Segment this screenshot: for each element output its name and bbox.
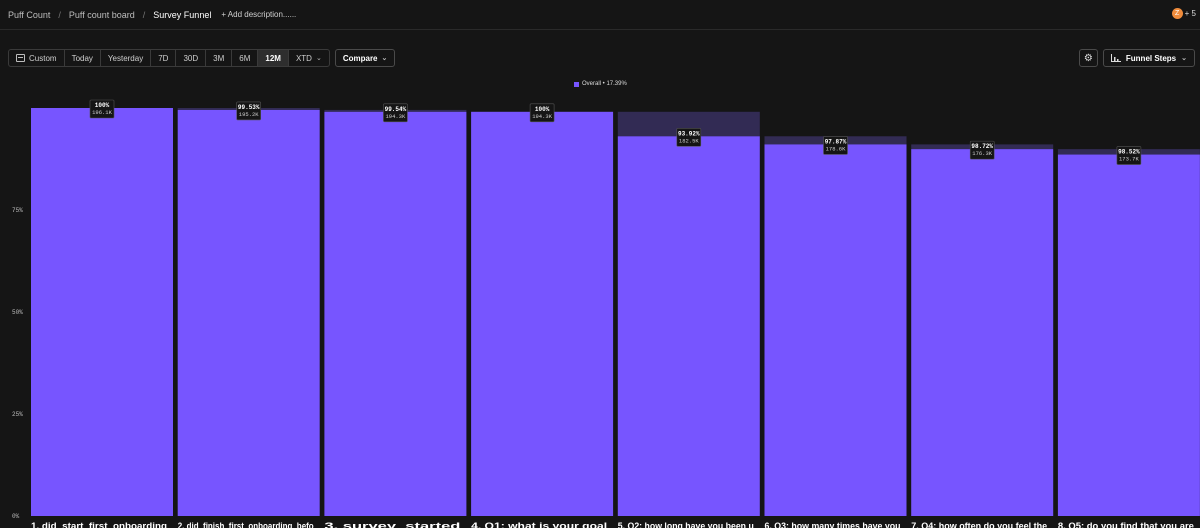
- funnel-steps-label: Funnel Steps: [1125, 53, 1177, 63]
- funnel-bar[interactable]: [324, 111, 467, 516]
- category-label: 5. Q2: how long have you been u: [618, 521, 754, 528]
- y-tick-label: 50%: [12, 309, 23, 316]
- funnel-bar[interactable]: [911, 149, 1054, 516]
- calendar-icon: [16, 54, 25, 62]
- funnel-bar[interactable]: [471, 111, 614, 516]
- date-today-button[interactable]: Today: [65, 50, 101, 66]
- date-range-selector: Custom Today Yesterday 7D 30D 3M 6M 12M …: [8, 49, 330, 67]
- chevron-down-icon: ⌄: [1181, 55, 1187, 62]
- date-xtd-label: XTD: [295, 53, 312, 63]
- conversion-label: 97.87%: [825, 138, 847, 145]
- chevron-down-icon: ⌄: [381, 55, 388, 62]
- funnel-bar[interactable]: [1057, 154, 1200, 516]
- conversion-label: 100%: [95, 102, 110, 109]
- y-tick-label: 75%: [12, 207, 23, 214]
- funnel-bar[interactable]: [177, 109, 320, 516]
- category-label: 7. Q4: how often do you feel the: [911, 521, 1047, 528]
- settings-button[interactable]: ⚙: [1078, 49, 1098, 67]
- count-label: 182.5K: [679, 137, 700, 144]
- date-yesterday-button[interactable]: Yesterday: [101, 50, 152, 66]
- category-label: 2. did_finish_first_onboarding_befo: [178, 521, 314, 528]
- chart-tools: ⚙ Funnel Steps ⌄: [1078, 49, 1195, 67]
- category-label: 8. Q5: do you find that you are: [1058, 521, 1194, 528]
- date-6m-button[interactable]: 6M: [232, 50, 259, 66]
- breadcrumb-separator: /: [142, 9, 146, 20]
- count-label: 196.1K: [92, 109, 113, 116]
- date-custom-label: Custom: [29, 53, 57, 63]
- funnel-bar[interactable]: [31, 108, 173, 516]
- count-label: 178.6K: [826, 145, 847, 152]
- top-bar: Puff Count / Puff count board / Survey F…: [0, 0, 1200, 30]
- funnel-bar[interactable]: [617, 136, 760, 516]
- avatar[interactable]: Z: [1171, 8, 1183, 19]
- count-label: 176.3K: [972, 150, 993, 157]
- conversion-label: 98.52%: [1118, 149, 1140, 156]
- compare-label: Compare: [342, 53, 378, 63]
- conversion-label: 100%: [535, 106, 550, 113]
- chevron-down-icon: ⌄: [315, 55, 322, 62]
- count-label: 194.3K: [532, 113, 553, 120]
- funnel-steps-button[interactable]: Funnel Steps ⌄: [1102, 49, 1195, 67]
- collaborator-count[interactable]: + 5: [1185, 9, 1196, 18]
- conversion-label: 99.53%: [238, 104, 260, 111]
- conversion-label: 99.54%: [385, 106, 407, 113]
- category-label: 6. Q3: how many times have you: [765, 521, 901, 528]
- date-custom-button[interactable]: Custom: [9, 50, 65, 66]
- count-label: 195.2K: [239, 111, 260, 118]
- conversion-label: 93.92%: [678, 130, 700, 137]
- category-label: 3. survey_started: [324, 521, 460, 528]
- conversion-label: 98.72%: [971, 143, 993, 150]
- breadcrumb-item-project[interactable]: Puff Count: [8, 10, 50, 20]
- y-tick-label: 25%: [12, 411, 23, 418]
- compare-button[interactable]: Compare ⌄: [334, 49, 396, 67]
- bar-chart-icon: [1110, 54, 1121, 62]
- page-title[interactable]: Survey Funnel: [153, 10, 211, 20]
- date-range-toolbar: Custom Today Yesterday 7D 30D 3M 6M 12M …: [8, 49, 396, 67]
- add-description-link[interactable]: + Add description......: [221, 10, 296, 19]
- breadcrumb-item-board[interactable]: Puff count board: [69, 10, 135, 20]
- date-30d-button[interactable]: 30D: [176, 50, 207, 66]
- date-12m-button[interactable]: 12M: [258, 50, 289, 66]
- count-label: 194.3K: [385, 113, 406, 120]
- y-tick-label: 0%: [12, 513, 20, 520]
- date-3m-button[interactable]: 3M: [206, 50, 233, 66]
- funnel-chart: 0%25%50%75%100%196.1K1. did_start_first_…: [12, 99, 1200, 528]
- breadcrumb-separator: /: [58, 9, 61, 20]
- date-xtd-button[interactable]: XTD ⌄: [289, 50, 329, 66]
- funnel-bar[interactable]: [764, 144, 907, 516]
- legend-label: Overall • 17.39%: [582, 81, 627, 87]
- gear-icon: ⚙: [1083, 52, 1093, 64]
- chart-legend[interactable]: Overall • 17.39%: [574, 81, 627, 87]
- category-label: 4. Q1: what is your goal: [471, 521, 607, 528]
- collaborators[interactable]: Z + 5: [1171, 8, 1196, 19]
- legend-swatch: [574, 81, 579, 87]
- category-label: 1. did_start_first_onboarding: [31, 521, 167, 528]
- count-label: 173.7K: [1119, 156, 1140, 163]
- date-7d-button[interactable]: 7D: [151, 50, 177, 66]
